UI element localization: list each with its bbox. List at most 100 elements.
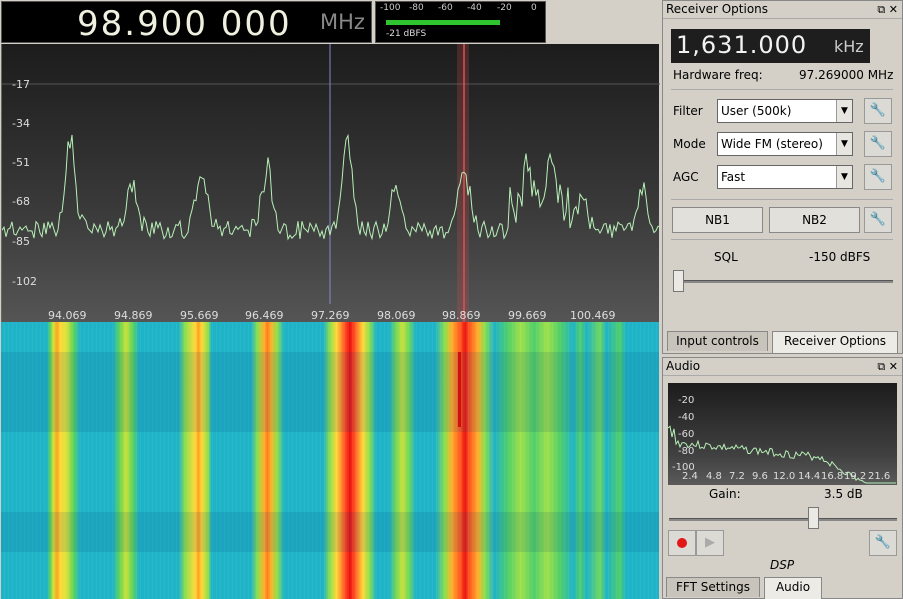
audio-y-tick: -40 (678, 412, 695, 423)
sql-slider-handle[interactable] (673, 270, 684, 292)
spectrum-y-tick: -102 (12, 275, 37, 288)
spectrum-x-tick: 94.069 (48, 309, 87, 322)
sql-label: SQL (714, 250, 738, 264)
chevron-down-icon[interactable]: ▼ (836, 133, 852, 155)
sdr-main-window: 98.900 000 MHz -100 -80 -60 -40 -20 0 -2… (0, 0, 903, 599)
meter-tick: -100 (380, 3, 401, 13)
float-icon[interactable]: ⧉ (877, 3, 885, 16)
record-button[interactable] (668, 530, 696, 556)
divider (671, 89, 893, 90)
audio-x-tick: 21.6 (868, 471, 891, 482)
mode-select[interactable]: Wide FM (stereo) ▼ (717, 132, 853, 156)
receiver-options-dock: Receiver Options ⧉ ✕ 1,631.000 kHz Hardw… (662, 0, 903, 354)
audio-x-tick: 19.2 (844, 471, 867, 482)
wrench-icon: 🔧 (874, 535, 892, 550)
spectrum-x-tick: 99.669 (508, 309, 547, 322)
chevron-down-icon[interactable]: ▼ (836, 100, 852, 122)
play-button[interactable]: ▶ (696, 530, 724, 556)
hardware-freq-label: Hardware freq: (673, 68, 763, 82)
audio-x-tick: 12.0 (773, 471, 796, 482)
wrench-icon: 🔧 (869, 103, 887, 118)
audio-header: Audio ⧉ ✕ (663, 358, 902, 376)
float-icon[interactable]: ⧉ (877, 360, 885, 373)
filter-select[interactable]: User (500k) ▼ (717, 99, 853, 123)
gain-value: 3.5 dB (824, 487, 863, 501)
dock-buttons: ⧉ ✕ (877, 1, 898, 18)
audio-x-tick: 9.6 (752, 471, 768, 482)
audio-x-tick: 14.4 (798, 471, 821, 482)
audio-y-tick: -60 (678, 429, 695, 440)
noise-blanker-options-button[interactable]: 🔧 (864, 207, 892, 233)
receiver-dock-tabs: Input controls Receiver Options (663, 331, 902, 353)
sql-value: -150 dBFS (809, 250, 871, 264)
receiver-options-header: Receiver Options ⧉ ✕ (663, 1, 902, 19)
audio-fft-svg (668, 425, 896, 484)
top-bar: 98.900 000 MHz -100 -80 -60 -40 -20 0 -2… (0, 0, 660, 44)
meter-level-bar (386, 20, 500, 25)
gain-label: Gain: (709, 487, 741, 501)
audio-options-button[interactable]: 🔧 (869, 530, 897, 556)
spectrum-x-tick: 97.269 (311, 309, 350, 322)
agc-value: Fast (721, 170, 746, 184)
agc-select[interactable]: Fast ▼ (717, 165, 853, 189)
meter-tick: -20 (497, 3, 512, 13)
divider (671, 199, 893, 200)
audio-x-tick: 16.8 (821, 471, 844, 482)
spectrum-x-tick: 100.469 (570, 309, 616, 322)
waterfall-band (1, 352, 659, 432)
wrench-icon: 🔧 (869, 136, 887, 151)
play-icon: ▶ (705, 535, 715, 550)
record-icon (677, 538, 687, 548)
tab-receiver-options[interactable]: Receiver Options (772, 331, 898, 353)
filter-options-button[interactable]: 🔧 (864, 98, 892, 124)
meter-tick: 0 (531, 3, 537, 13)
offset-frequency-display[interactable]: 1,631.000 kHz (671, 29, 870, 63)
audio-title: Audio (666, 359, 701, 373)
gain-slider-track[interactable] (669, 518, 897, 521)
spectrum-x-tick: 95.669 (180, 309, 219, 322)
waterfall-display[interactable] (1, 322, 659, 599)
meter-tick: -60 (438, 3, 453, 13)
audio-x-tick: 7.2 (729, 471, 745, 482)
meter-tick: -80 (409, 3, 424, 13)
agc-options-button[interactable]: 🔧 (864, 164, 892, 190)
nb2-button[interactable]: NB2 (769, 207, 860, 233)
spectrum-x-tick: 96.469 (245, 309, 284, 322)
meter-level-label: -21 dBFS (386, 29, 427, 39)
dsp-label: DSP (770, 558, 795, 572)
mode-label: Mode (673, 137, 706, 151)
spectrum-y-tick: -51 (12, 156, 30, 169)
spectrum-y-tick: -34 (12, 117, 30, 130)
offset-digits[interactable]: 1,631.000 (676, 31, 807, 59)
audio-x-tick: 4.8 (706, 471, 722, 482)
signal-meter: -100 -80 -60 -40 -20 0 -21 dBFS (375, 1, 546, 43)
chevron-down-icon[interactable]: ▼ (836, 166, 852, 188)
spectrum-y-tick: -17 (12, 78, 30, 91)
waterfall-band (1, 512, 659, 552)
spectrum-plot[interactable]: -17 -34 -51 -68 -85 -102 94.069 94.869 9… (1, 44, 660, 322)
gain-slider-handle[interactable] (808, 507, 819, 529)
wrench-icon: 🔧 (869, 212, 887, 227)
mode-value: Wide FM (stereo) (721, 137, 823, 151)
frequency-unit: MHz (320, 10, 365, 34)
tab-audio[interactable]: Audio (764, 577, 822, 599)
audio-y-tick: -20 (678, 395, 695, 406)
nb1-button[interactable]: NB1 (672, 207, 763, 233)
close-icon[interactable]: ✕ (889, 360, 898, 373)
audio-x-tick: 2.4 (682, 471, 698, 482)
receiver-options-title: Receiver Options (666, 2, 769, 16)
close-icon[interactable]: ✕ (889, 3, 898, 16)
frequency-digits[interactable]: 98.900 000 (77, 4, 292, 44)
spectrum-trace (2, 133, 660, 241)
filter-value: User (500k) (721, 104, 792, 118)
hardware-freq-value: 97.269000 MHz (799, 68, 894, 82)
frequency-display[interactable]: 98.900 000 MHz (1, 1, 372, 44)
offset-unit: kHz (834, 37, 864, 56)
filter-label: Filter (673, 104, 703, 118)
sql-slider-track[interactable] (673, 280, 893, 283)
audio-y-tick: -80 (678, 446, 695, 457)
tab-fft-settings[interactable]: FFT Settings (666, 577, 760, 597)
audio-dock-tabs: FFT Settings Audio (663, 577, 902, 599)
tab-input-controls[interactable]: Input controls (667, 331, 768, 351)
mode-options-button[interactable]: 🔧 (864, 131, 892, 157)
